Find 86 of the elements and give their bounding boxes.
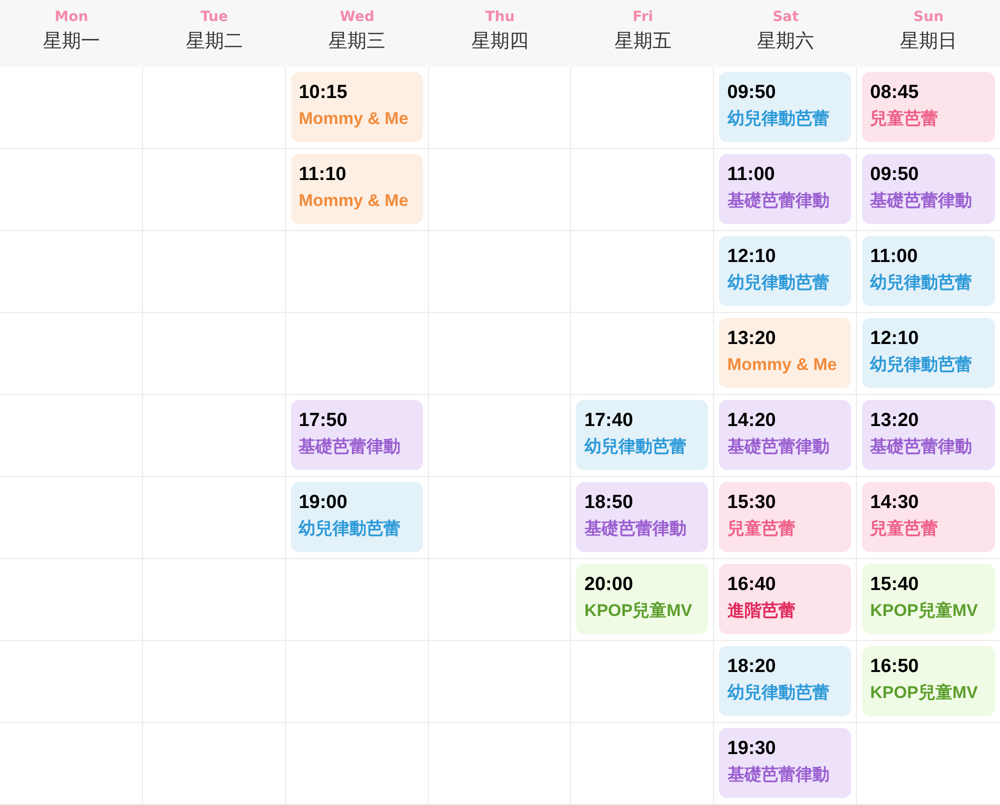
class-time: 17:50 [298,409,348,433]
class-name: Mommy & Me [298,108,410,130]
class-time: 14:30 [870,491,920,515]
class-card[interactable]: 14:30 兒童芭蕾 [862,482,995,552]
day-abbreviation: Thu [485,8,515,26]
class-card[interactable]: 14:20 基礎芭蕾律動 [719,400,852,470]
class-time: 15:40 [870,573,920,597]
class-time: 14:20 [727,409,777,433]
class-card[interactable]: 17:50 基礎芭蕾律動 [290,400,423,470]
day-name: 星期三 [328,29,386,54]
class-name: KPOP兒童MV [870,600,979,622]
class-card[interactable]: 15:40 KPOP兒童MV [862,564,995,634]
class-name: 幼兒律動芭蕾 [727,108,830,130]
class-card[interactable]: 16:50 KPOP兒童MV [862,646,995,716]
class-name: 幼兒律動芭蕾 [298,518,402,540]
class-time: 20:00 [584,573,634,597]
class-time: 19:30 [727,737,777,761]
day-abbreviation: Fri [632,8,654,26]
class-name: 基礎芭蕾律動 [298,436,402,458]
class-card[interactable]: 13:20 Mommy & Me [719,318,852,388]
class-card[interactable]: 08:45 兒童芭蕾 [862,72,995,142]
class-time: 11:10 [298,163,348,187]
day-abbreviation: Sat [772,8,799,26]
class-name: Mommy & Me [727,354,838,376]
class-time: 18:20 [727,655,777,679]
class-card[interactable]: 12:10 幼兒律動芭蕾 [862,318,995,388]
day-name: 星期一 [42,29,100,54]
class-time: 12:10 [870,327,920,351]
day-abbreviation: Tue [200,8,228,26]
class-card[interactable]: 12:10 幼兒律動芭蕾 [719,236,852,306]
class-card[interactable]: 16:40 進階芭蕾 [719,564,852,634]
class-name: 幼兒律動芭蕾 [727,682,830,704]
class-time: 10:15 [298,81,348,105]
class-card[interactable]: 11:00 基礎芭蕾律動 [719,154,852,224]
day-name: 星期日 [900,29,958,54]
class-time: 16:40 [727,573,777,597]
class-name: 兒童芭蕾 [870,108,940,130]
class-card[interactable]: 18:20 幼兒律動芭蕾 [719,646,852,716]
class-time: 17:40 [584,409,634,433]
day-abbreviation: Mon [54,8,88,26]
class-card[interactable]: 20:00 KPOP兒童MV [576,564,708,634]
class-card[interactable]: 09:50 基礎芭蕾律動 [862,154,995,224]
class-name: 幼兒律動芭蕾 [727,272,830,294]
class-card[interactable]: 19:00 幼兒律動芭蕾 [290,482,423,552]
class-card[interactable]: 13:20 基礎芭蕾律動 [862,400,995,470]
class-time: 15:30 [727,491,777,515]
class-name: 基礎芭蕾律動 [727,764,830,786]
class-name: 基礎芭蕾律動 [727,190,830,212]
class-name: 兒童芭蕾 [727,518,796,540]
class-time: 09:50 [870,163,920,187]
day-abbreviation: Sun [914,8,944,26]
class-time: 19:00 [298,491,348,515]
class-name: KPOP兒童MV [584,600,694,622]
class-name: 幼兒律動芭蕾 [870,354,974,376]
class-name: KPOP兒童MV [870,682,979,704]
class-time: 12:10 [727,245,777,269]
class-name: 兒童芭蕾 [870,518,940,540]
class-card[interactable]: 10:15 Mommy & Me [290,72,423,142]
day-name: 星期五 [614,29,672,54]
day-name: 星期四 [471,29,528,54]
class-name: 基礎芭蕾律動 [870,190,974,212]
class-card[interactable]: 17:40 幼兒律動芭蕾 [576,400,708,470]
class-time: 18:50 [584,491,634,515]
class-card[interactable]: 11:10 Mommy & Me [290,154,423,224]
class-time: 08:45 [870,81,920,105]
class-time: 16:50 [870,655,920,679]
class-name: 進階芭蕾 [727,600,796,622]
day-abbreviation: Wed [340,8,374,26]
class-time: 11:00 [727,163,776,187]
class-name: Mommy & Me [298,190,410,212]
class-name: 幼兒律動芭蕾 [584,436,688,458]
class-time: 11:00 [870,245,919,269]
day-name: 星期六 [757,29,814,54]
class-card[interactable]: 11:00 幼兒律動芭蕾 [862,236,995,306]
class-card[interactable]: 18:50 基礎芭蕾律動 [576,482,708,552]
class-card[interactable]: 09:50 幼兒律動芭蕾 [719,72,852,142]
day-name: 星期二 [186,29,243,54]
class-time: 13:20 [870,409,920,433]
class-name: 基礎芭蕾律動 [727,436,830,458]
class-card[interactable]: 15:30 兒童芭蕾 [719,482,852,552]
class-time: 13:20 [727,327,777,351]
class-name: 基礎芭蕾律動 [870,436,974,458]
class-time: 09:50 [727,81,777,105]
class-card[interactable]: 19:30 基礎芭蕾律動 [719,728,852,798]
class-name: 基礎芭蕾律動 [584,518,688,540]
class-name: 幼兒律動芭蕾 [870,272,974,294]
